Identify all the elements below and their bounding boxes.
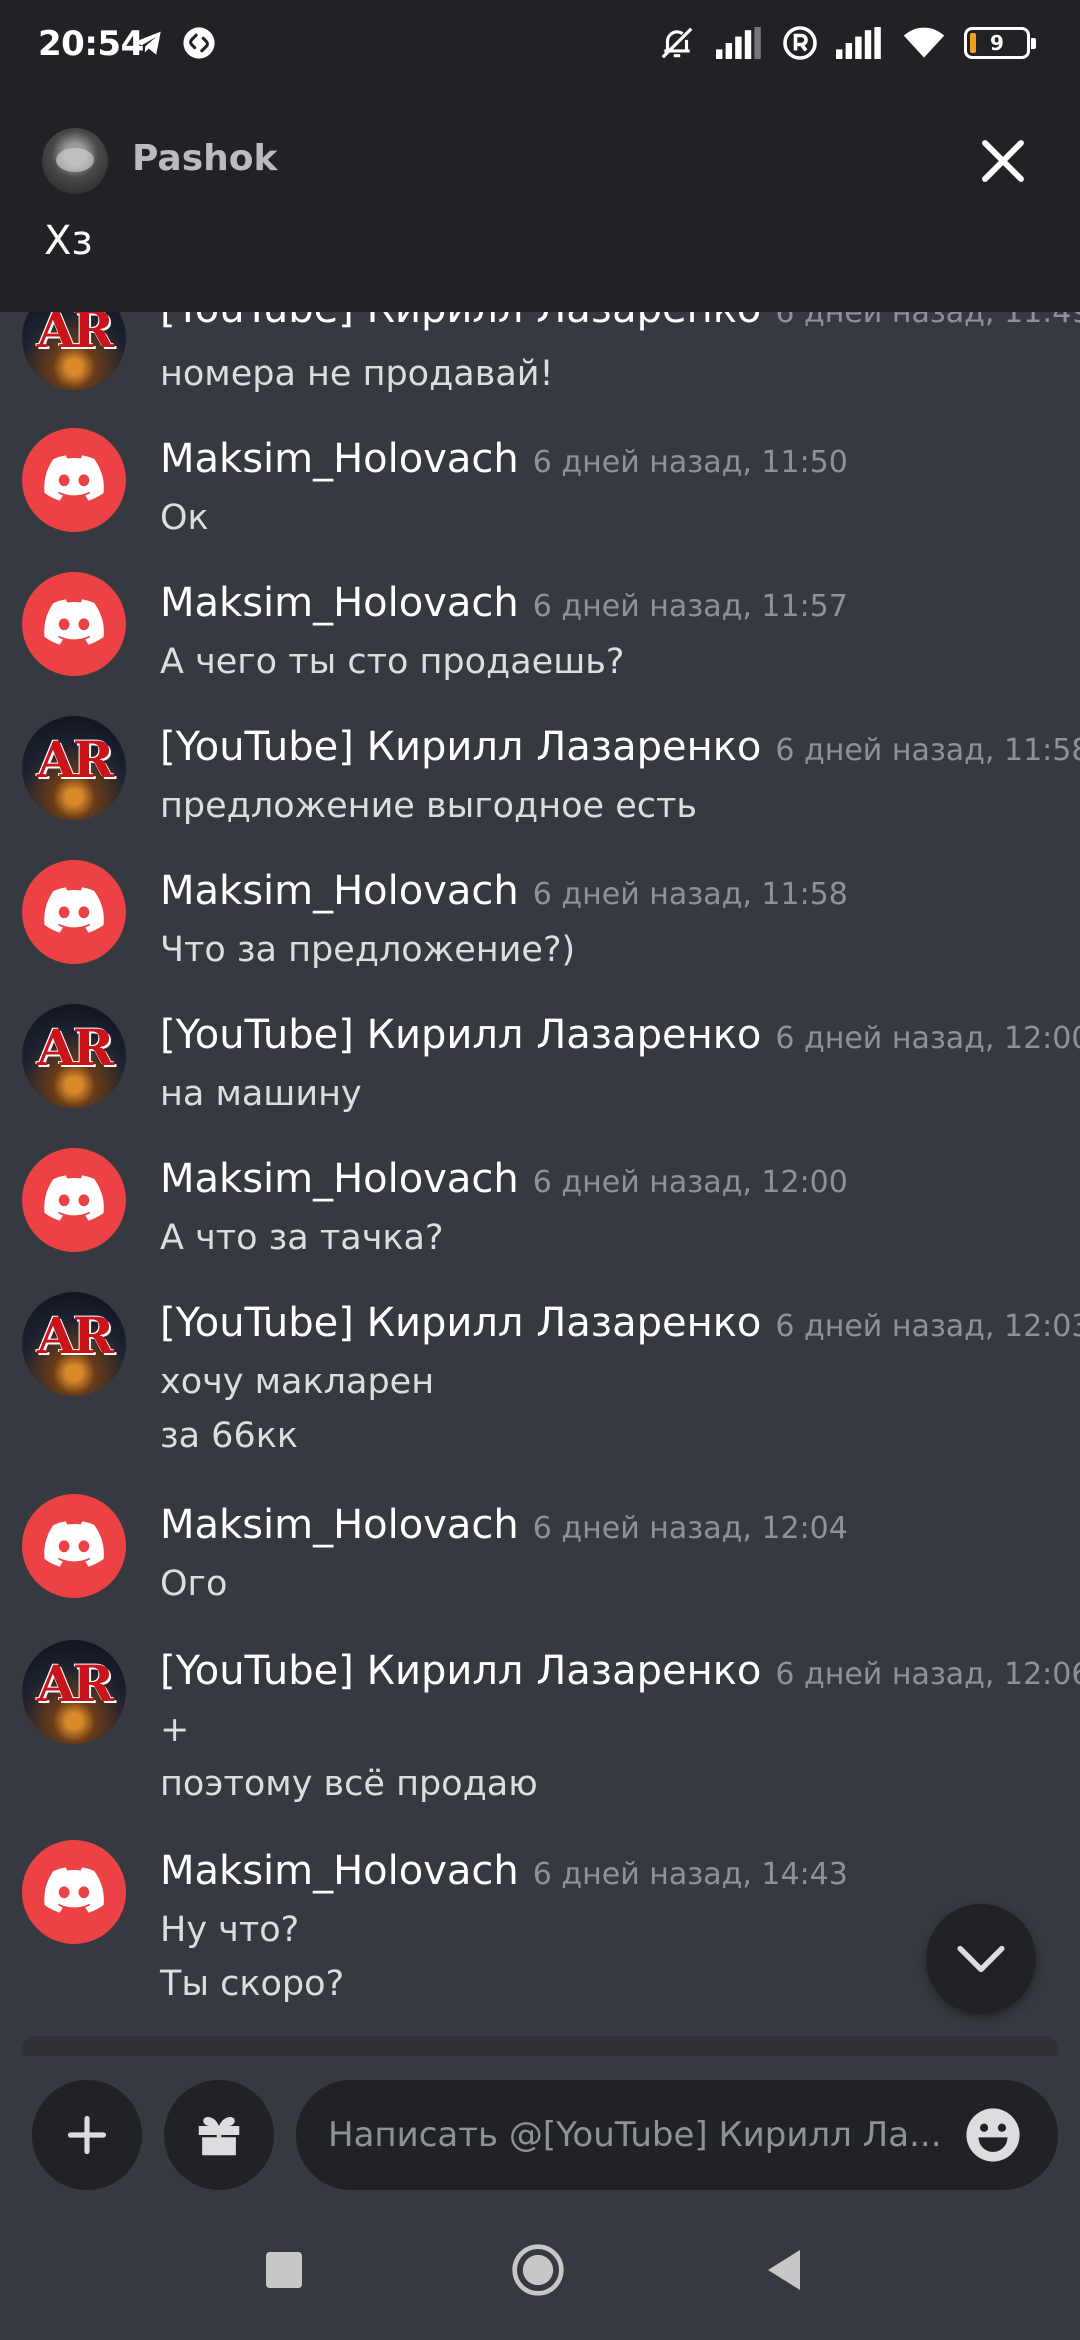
message-text: Ты скоро? xyxy=(160,1964,345,2004)
author-name[interactable]: [YouTube] Кирилл Лазаренко xyxy=(160,1648,761,1694)
timestamp: 6 дней назад, 14:43 xyxy=(532,1857,848,1892)
message-text: А что за тачка? xyxy=(160,1218,444,1258)
square-icon xyxy=(266,2252,302,2288)
author-name[interactable]: Maksim_Holovach xyxy=(160,1502,519,1548)
telegram-icon xyxy=(133,31,161,55)
home-button[interactable] xyxy=(508,2240,568,2300)
author-name[interactable]: Maksim_Holovach xyxy=(160,1156,519,1202)
back-icon xyxy=(768,2250,800,2290)
mute-icon xyxy=(661,27,693,59)
circle-icon xyxy=(512,2244,564,2296)
ar-avatar[interactable]: AR xyxy=(22,716,126,820)
message-text: на машину xyxy=(160,1074,362,1114)
discord-logo-icon xyxy=(44,599,104,645)
message-header: [YouTube] Кирилл Лазаренко 6 дней назад, … xyxy=(160,1012,1080,1058)
status-right-icons: 9 xyxy=(656,24,1036,62)
close-icon[interactable] xyxy=(976,134,1030,188)
discord-logo-icon xyxy=(44,1867,104,1913)
composer-divider xyxy=(22,2036,1058,2056)
message-text: Что за предложение?) xyxy=(160,930,576,970)
roaming-icon xyxy=(783,26,817,60)
status-time: 20:54 xyxy=(38,24,144,64)
plus-icon xyxy=(67,2115,107,2155)
discord-avatar[interactable] xyxy=(22,1840,126,1944)
message-input-box[interactable] xyxy=(296,2080,1058,2190)
notification-sender: Pashok xyxy=(132,138,278,179)
message-text: Ок xyxy=(160,498,209,538)
system-navigation-bar xyxy=(0,2190,1080,2340)
timestamp: 6 дней назад, 11:58 xyxy=(775,733,1080,768)
message-header: [YouTube] Кирилл Лазаренко 6 дней назад, … xyxy=(160,724,1080,770)
scroll-to-bottom-button[interactable] xyxy=(926,1904,1036,2014)
discord-avatar[interactable] xyxy=(22,428,126,532)
message-header: Maksim_Holovach 6 дней назад, 12:00 xyxy=(160,1156,848,1202)
message-header: Maksim_Holovach 6 дней назад, 11:58 xyxy=(160,868,848,914)
author-name[interactable]: Maksim_Holovach xyxy=(160,1848,519,1894)
message-text: Ну что? xyxy=(160,1910,300,1950)
message-text: поэтому всё продаю xyxy=(160,1764,538,1804)
timestamp: 6 дней назад, 12:06 xyxy=(775,1657,1080,1692)
message-text: Ого xyxy=(160,1564,228,1604)
timestamp: 6 дней назад, 11:57 xyxy=(532,589,848,624)
ar-avatar[interactable]: AR xyxy=(22,1292,126,1396)
message-header: Maksim_Holovach 6 дней назад, 11:57 xyxy=(160,580,848,626)
shazam-icon xyxy=(183,27,215,59)
avatar-logo-text: AR xyxy=(36,730,114,789)
message-text: хочу макларен xyxy=(160,1362,435,1402)
author-name[interactable]: [YouTube] Кирилл Лазаренко xyxy=(160,724,761,770)
status-left-icons xyxy=(130,26,216,60)
message-text: за 66кк xyxy=(160,1416,299,1456)
back-button[interactable] xyxy=(754,2240,814,2300)
message-text: предложение выгодное есть xyxy=(160,786,697,826)
message-text: + xyxy=(160,1710,190,1750)
gift-button[interactable] xyxy=(164,2080,274,2190)
status-bar: 20:54 9 xyxy=(0,0,1080,90)
battery-level: 9 xyxy=(990,31,1004,55)
discord-logo-icon xyxy=(44,1521,104,1567)
battery-icon: 9 xyxy=(964,27,1036,59)
chevron-down-icon xyxy=(957,1945,1005,1973)
timestamp: 6 дней назад, 11:50 xyxy=(532,445,848,480)
message-header: Maksim_Holovach 6 дней назад, 11:50 xyxy=(160,436,848,482)
message-text: номера не продавай! xyxy=(160,354,554,394)
discord-avatar[interactable] xyxy=(22,572,126,676)
timestamp: 6 дней назад, 12:00 xyxy=(532,1165,848,1200)
author-name[interactable]: [YouTube] Кирилл Лазаренко xyxy=(160,1012,761,1058)
emoji-icon[interactable] xyxy=(964,2106,1022,2164)
recent-apps-button[interactable] xyxy=(254,2240,314,2300)
message-text: А чего ты сто продаешь? xyxy=(160,642,625,682)
notification-avatar xyxy=(42,128,108,194)
signal-icon xyxy=(716,27,761,59)
gift-icon xyxy=(198,2117,240,2156)
discord-logo-icon xyxy=(44,887,104,933)
avatar-logo-text: AR xyxy=(36,1306,114,1365)
timestamp: 6 дней назад, 12:00 xyxy=(775,1021,1080,1056)
author-name[interactable]: [YouTube] Кирилл Лазаренко xyxy=(160,1300,761,1346)
ar-avatar[interactable]: AR xyxy=(22,1004,126,1108)
add-attachment-button[interactable] xyxy=(32,2080,142,2190)
discord-avatar[interactable] xyxy=(22,1494,126,1598)
notification-overlay[interactable]: 20:54 9 Pashok Хз xyxy=(0,0,1080,312)
message-input[interactable] xyxy=(328,2080,938,2190)
message-header: Maksim_Holovach 6 дней назад, 14:43 xyxy=(160,1848,848,1894)
signal-icon xyxy=(836,27,881,59)
author-name[interactable]: Maksim_Holovach xyxy=(160,868,519,914)
discord-logo-icon xyxy=(44,455,104,501)
author-name[interactable]: Maksim_Holovach xyxy=(160,580,519,626)
ar-avatar[interactable]: AR xyxy=(22,1640,126,1744)
timestamp: 6 дней назад, 12:04 xyxy=(532,1511,848,1546)
message-header: [YouTube] Кирилл Лазаренко 6 дней назад, … xyxy=(160,1648,1080,1694)
avatar-logo-text: AR xyxy=(36,1018,114,1077)
discord-logo-icon xyxy=(44,1175,104,1221)
notification-text: Хз xyxy=(44,218,93,264)
timestamp: 6 дней назад, 11:58 xyxy=(532,877,848,912)
discord-avatar[interactable] xyxy=(22,1148,126,1252)
timestamp: 6 дней назад, 12:03 xyxy=(775,1309,1080,1344)
wifi-icon xyxy=(903,27,945,58)
author-name[interactable]: Maksim_Holovach xyxy=(160,436,519,482)
message-header: [YouTube] Кирилл Лазаренко 6 дней назад, … xyxy=(160,1300,1080,1346)
discord-avatar[interactable] xyxy=(22,860,126,964)
avatar-logo-text: AR xyxy=(36,1654,114,1713)
message-header: Maksim_Holovach 6 дней назад, 12:04 xyxy=(160,1502,848,1548)
